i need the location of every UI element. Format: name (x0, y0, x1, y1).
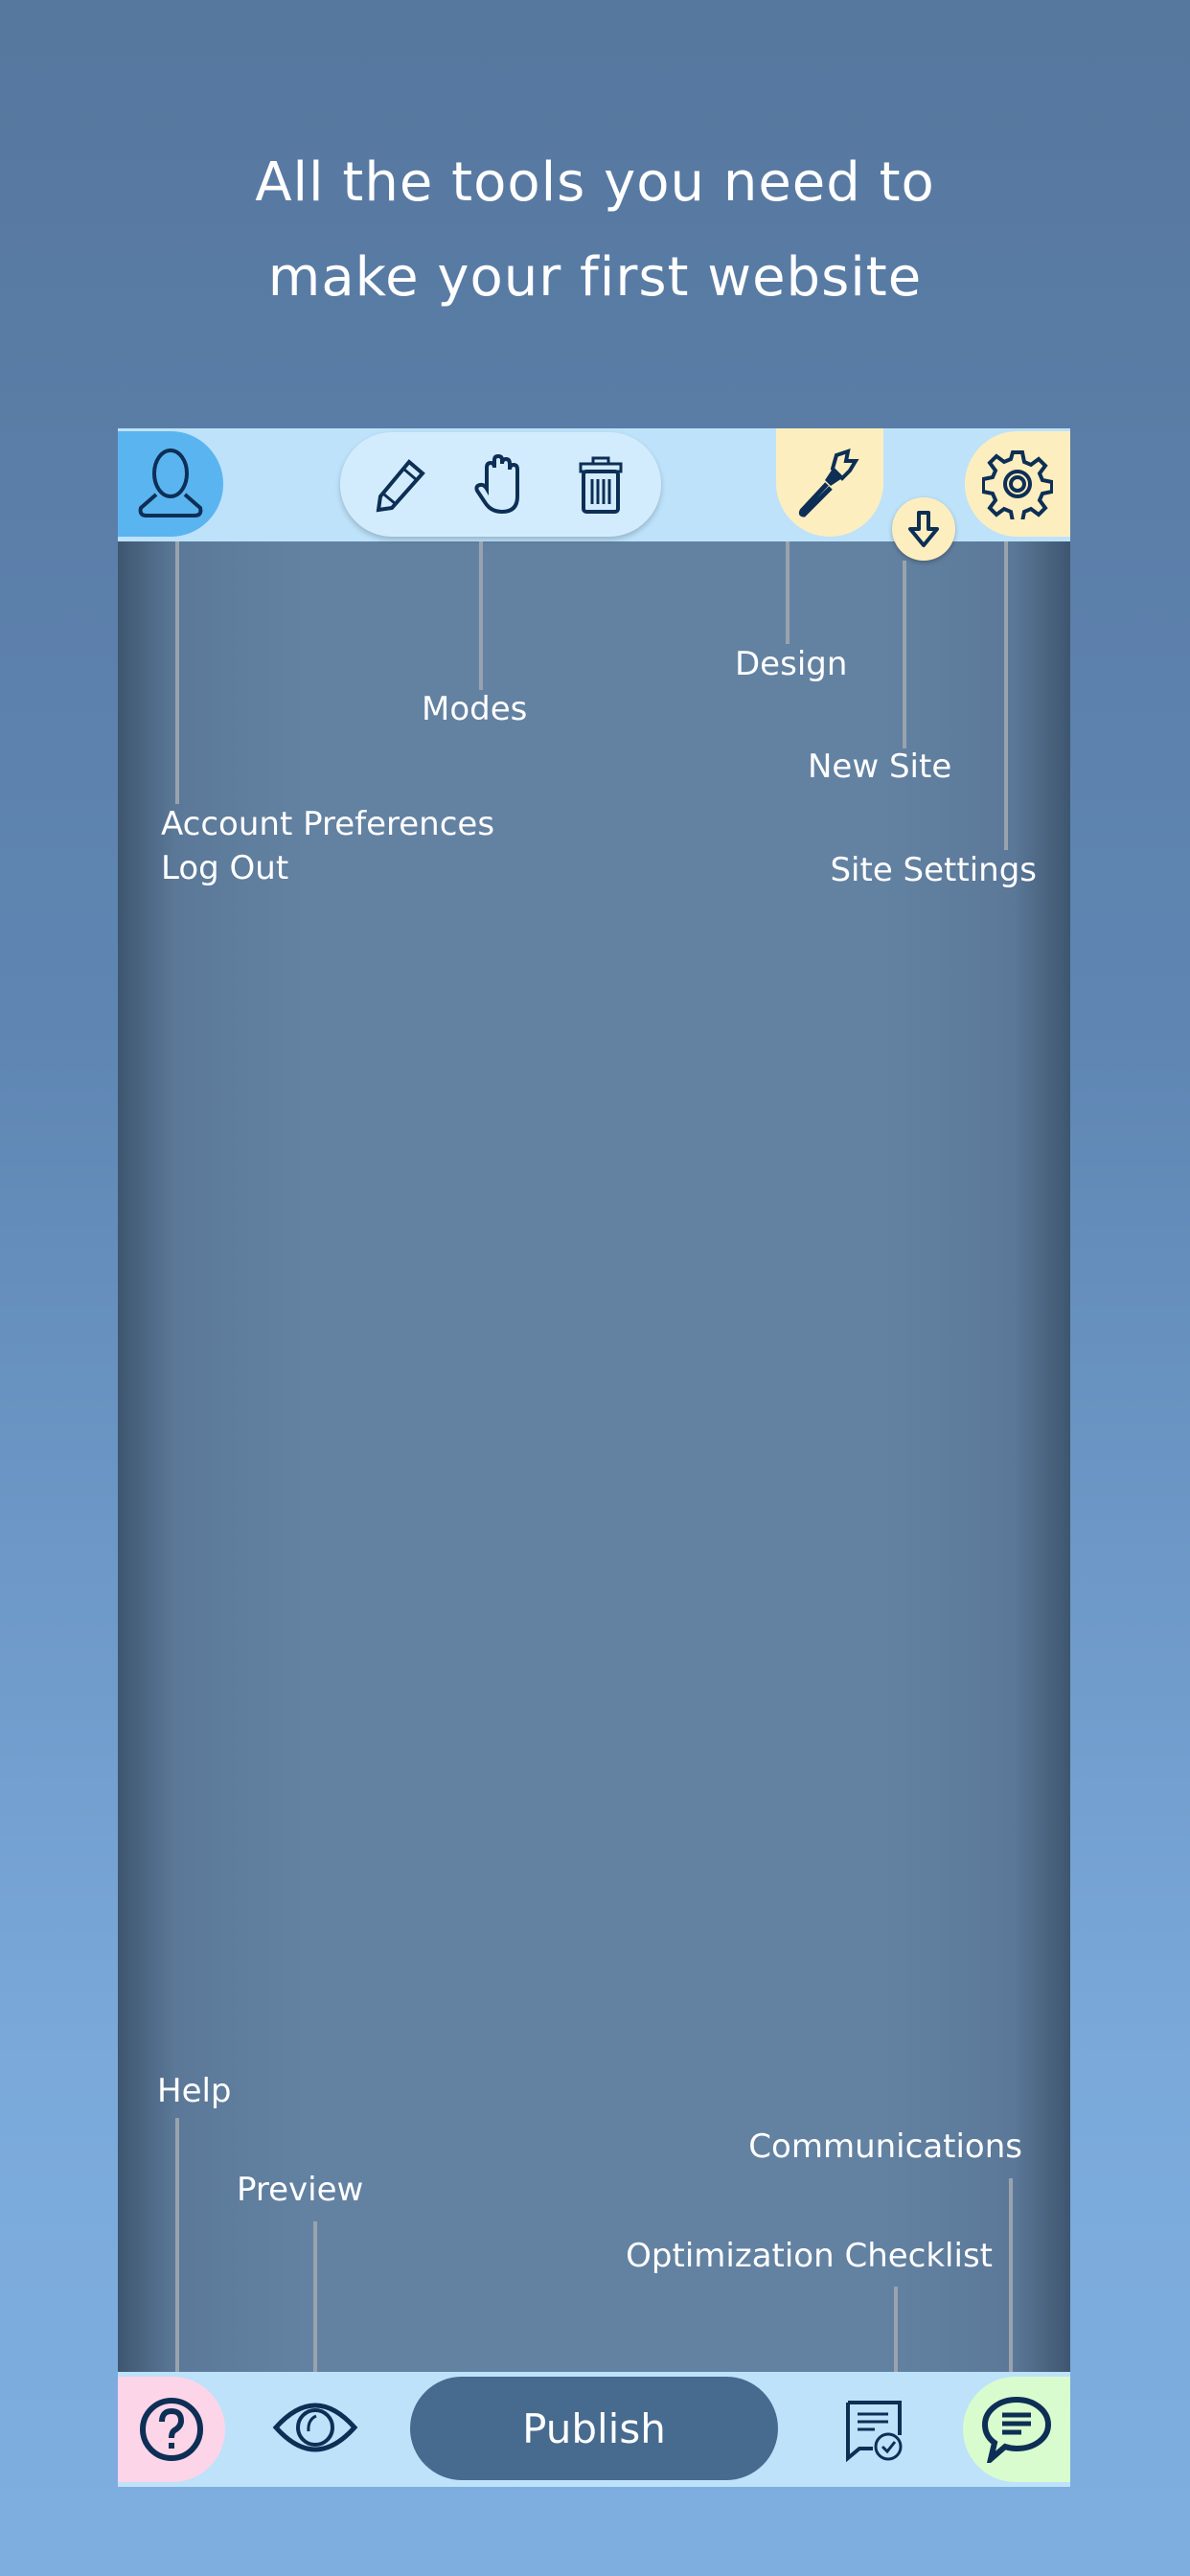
eye-icon (272, 2403, 358, 2452)
communications-button[interactable] (963, 2377, 1070, 2482)
delete-mode-button[interactable] (562, 447, 639, 523)
help-label: Help (157, 2072, 232, 2110)
design-label: Design (735, 645, 848, 683)
modes-callout-line (479, 541, 483, 690)
account-preferences-label: Account Preferences (161, 805, 495, 843)
paintbrush-icon (798, 448, 859, 518)
log-out-label: Log Out (161, 849, 289, 887)
new-site-callout-line (903, 561, 906, 748)
optimization-checklist-button[interactable] (836, 2394, 913, 2467)
communications-callout-line (1009, 2178, 1013, 2372)
modes-toolbar (340, 432, 661, 537)
communications-label: Communications (748, 2128, 1022, 2166)
preview-callout-line (313, 2221, 317, 2372)
user-icon (138, 448, 203, 518)
design-callout-line (786, 541, 790, 644)
account-button[interactable] (118, 431, 223, 537)
publish-button[interactable]: Publish (410, 2377, 778, 2480)
gear-icon (982, 450, 1053, 519)
edit-mode-button[interactable] (361, 447, 438, 523)
modes-label: Modes (422, 690, 528, 728)
headline-line-1: All the tools you need to (255, 151, 935, 214)
new-site-label: New Site (808, 748, 952, 786)
help-button[interactable] (118, 2377, 225, 2482)
site-settings-label: Site Settings (830, 851, 1037, 889)
move-mode-button[interactable] (462, 447, 538, 523)
design-button[interactable] (776, 428, 883, 537)
account-callout-line (175, 541, 179, 804)
headline-line-2: make your first website (267, 246, 923, 309)
help-callout-line (175, 2118, 179, 2372)
settings-callout-line (1004, 541, 1008, 850)
checklist-callout-line (894, 2287, 898, 2372)
optimization-checklist-label: Optimization Checklist (626, 2237, 993, 2275)
pencil-icon (376, 459, 425, 513)
preview-button[interactable] (267, 2389, 363, 2466)
checklist-icon (846, 2401, 903, 2462)
help-icon (140, 2398, 203, 2461)
hand-icon (474, 454, 519, 515)
trash-icon (579, 456, 623, 514)
chat-icon (981, 2396, 1052, 2463)
arrow-down-icon (908, 511, 939, 547)
preview-label: Preview (237, 2171, 364, 2209)
new-site-button[interactable] (892, 497, 955, 561)
site-settings-button[interactable] (965, 431, 1070, 537)
